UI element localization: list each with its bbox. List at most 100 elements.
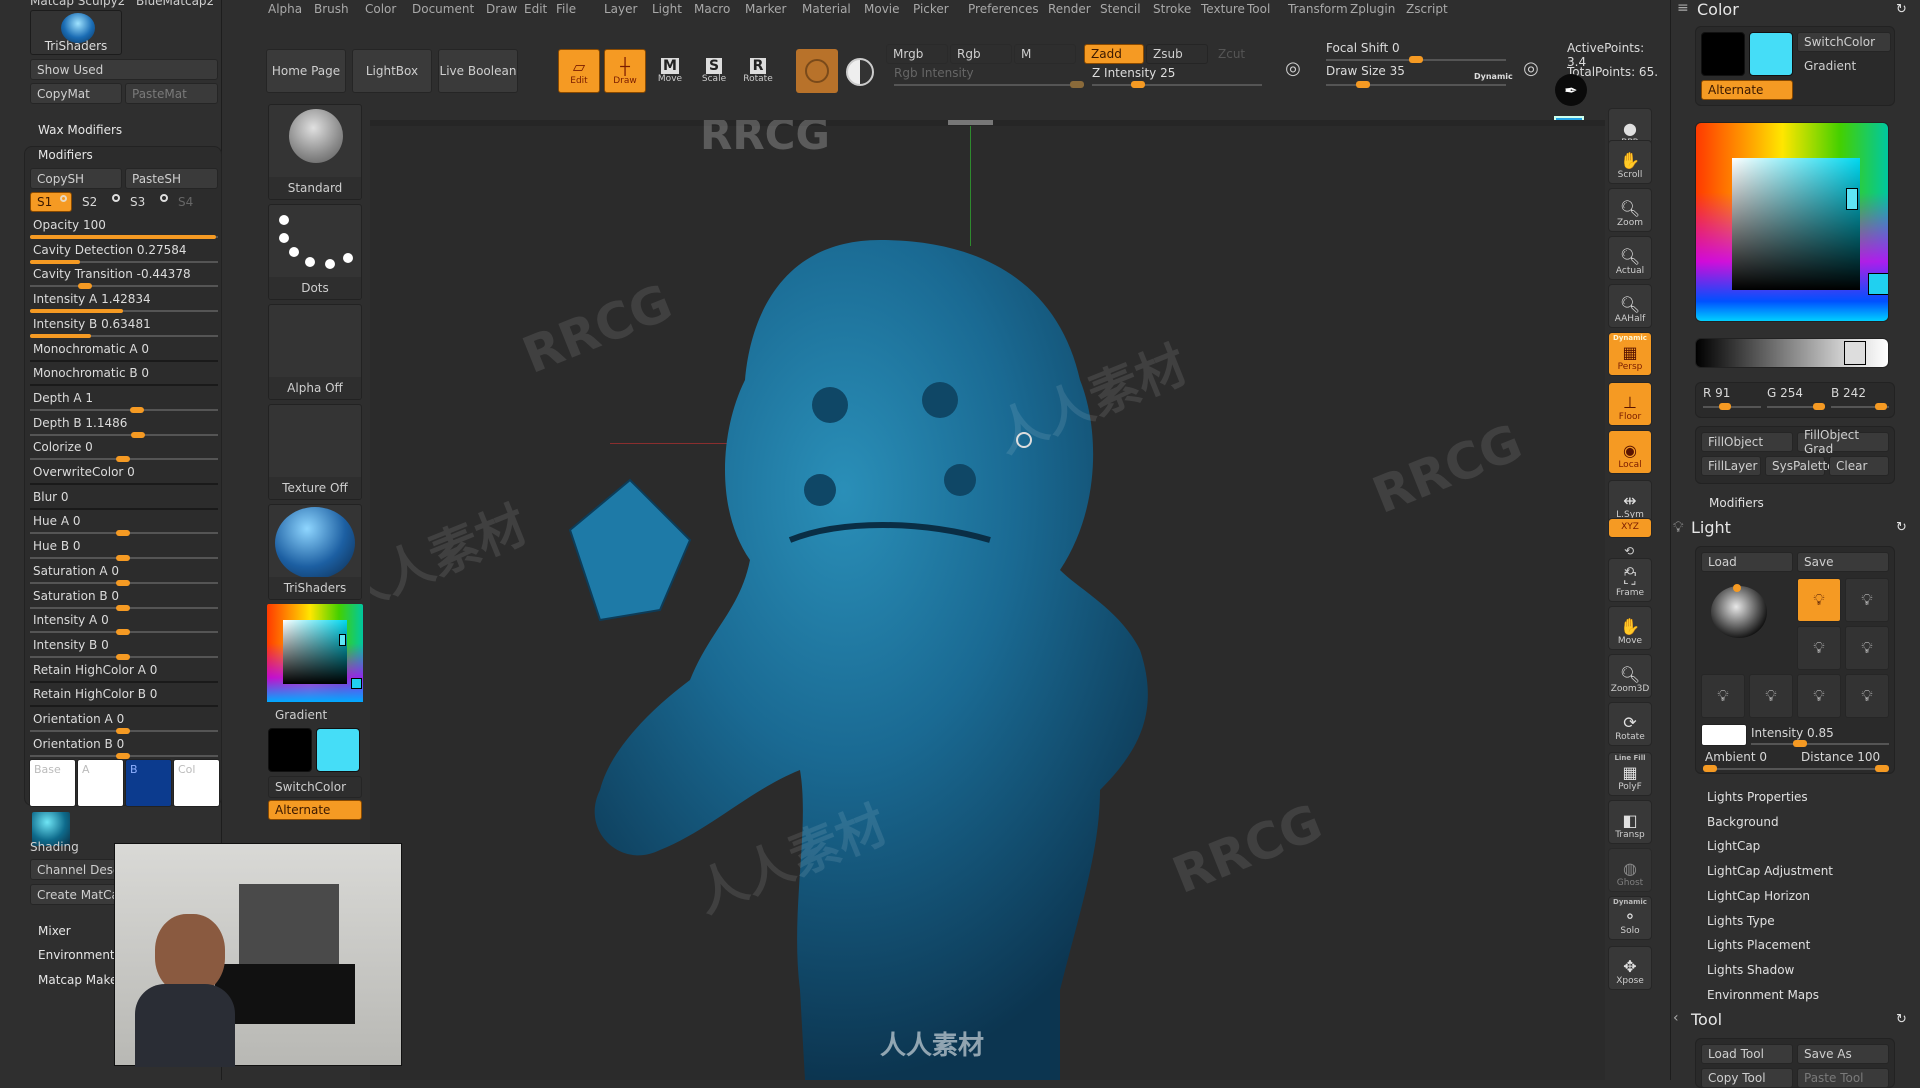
- lazy-mouse-s-icon[interactable]: ◎: [1276, 48, 1310, 88]
- light-subpanel-background[interactable]: Background: [1707, 815, 1779, 829]
- hue-picker-handle[interactable]: [1868, 273, 1888, 295]
- slider-knob[interactable]: [116, 456, 130, 463]
- rgb-button[interactable]: Rgb: [950, 44, 1012, 64]
- modifier-slider[interactable]: Intensity A 0: [28, 611, 218, 636]
- color-saturation-square[interactable]: [1732, 158, 1860, 290]
- light-save-button[interactable]: Save: [1797, 552, 1889, 572]
- rotate-y-icon[interactable]: ⟲: [1624, 544, 1634, 558]
- move-mode-button[interactable]: M Move: [650, 49, 690, 93]
- gradient-button[interactable]: Gradient: [1797, 56, 1891, 76]
- show-used-button[interactable]: Show Used: [30, 59, 218, 80]
- modifier-slider[interactable]: Monochromatic A 0: [28, 340, 218, 364]
- slider-track[interactable]: [30, 359, 218, 362]
- load-tool-button[interactable]: Load Tool: [1701, 1044, 1793, 1064]
- slider-knob[interactable]: [131, 431, 146, 438]
- slider-fill[interactable]: [30, 333, 92, 338]
- slider-knob[interactable]: [129, 406, 144, 413]
- channel-swatch-col[interactable]: Col: [173, 759, 220, 807]
- menu-transform[interactable]: Transform: [1288, 2, 1348, 20]
- home-page-button[interactable]: Home Page: [266, 49, 346, 93]
- r-slider[interactable]: [1703, 403, 1761, 410]
- light-color-swatch[interactable]: [1701, 724, 1747, 746]
- copy-sh-button[interactable]: CopySH: [30, 168, 122, 189]
- light-subpanel-lightcap[interactable]: LightCap: [1707, 839, 1760, 853]
- b-slider[interactable]: [1831, 403, 1889, 410]
- clear-button[interactable]: Clear: [1829, 456, 1889, 476]
- draw-size-slider[interactable]: [1326, 81, 1506, 88]
- menu-document[interactable]: Document: [412, 2, 474, 20]
- modifier-slider[interactable]: Orientation A 0: [28, 710, 218, 734]
- shelf-ghost-button[interactable]: ◍ Ghost: [1608, 848, 1652, 892]
- slider-track[interactable]: [30, 507, 218, 510]
- light-slot-4[interactable]: 💡︎: [1845, 626, 1889, 670]
- slider-track[interactable]: [30, 285, 218, 288]
- tool-palette-title[interactable]: Tool: [1691, 1010, 1722, 1029]
- shelf-persp-button[interactable]: Dynamic ▦ Persp: [1608, 332, 1652, 376]
- texture-thumb[interactable]: Texture Off: [268, 404, 362, 500]
- modifier-slider[interactable]: Colorize 0: [28, 438, 218, 463]
- m-button[interactable]: M: [1014, 44, 1076, 64]
- main-color-swatch[interactable]: [268, 728, 312, 772]
- color-picker[interactable]: [1695, 122, 1889, 322]
- color-modifiers-header[interactable]: Modifiers: [1709, 496, 1764, 510]
- edit-mode-button[interactable]: ▱ Edit: [558, 49, 600, 93]
- slider-track[interactable]: [30, 705, 218, 708]
- shelf-xyz-button[interactable]: XYZ: [1608, 518, 1652, 538]
- modifier-slider[interactable]: Retain HighColor A 0: [28, 661, 218, 685]
- g-slider[interactable]: [1767, 403, 1825, 410]
- switch-color-button[interactable]: SwitchColor: [1797, 32, 1891, 52]
- slider-knob[interactable]: [78, 283, 93, 290]
- dynamic-draw-size-toggle[interactable]: Dynamic: [1474, 72, 1513, 81]
- copy-tool-button[interactable]: Copy Tool: [1701, 1068, 1793, 1088]
- modifier-slider[interactable]: Intensity B 0.63481: [28, 315, 218, 339]
- color-picker[interactable]: [267, 604, 363, 702]
- shelf-polyf-button[interactable]: Line Fill ▦ PolyF: [1608, 752, 1652, 796]
- viewport-scroll-thumb[interactable]: [948, 120, 993, 125]
- menu-picker[interactable]: Picker: [913, 2, 949, 20]
- zcut-button[interactable]: Zcut: [1218, 47, 1245, 61]
- collapse-arrow-icon[interactable]: ‹: [1673, 1010, 1679, 1026]
- modifier-slider[interactable]: Saturation A 0: [28, 562, 218, 586]
- fill-layer-button[interactable]: FillLayer: [1701, 456, 1761, 476]
- modifiers-header[interactable]: Modifiers: [38, 148, 93, 162]
- menu-stroke[interactable]: Stroke: [1153, 2, 1191, 20]
- light-subpanel-lightcap-adjustment[interactable]: LightCap Adjustment: [1707, 864, 1833, 878]
- menu-draw[interactable]: Draw: [486, 2, 517, 20]
- draw-mode-button[interactable]: ┼ Draw: [604, 49, 646, 93]
- fill-object-grad-button[interactable]: FillObject Grad: [1797, 428, 1889, 456]
- mixer-header[interactable]: Mixer: [38, 924, 71, 938]
- menu-preferences[interactable]: Preferences: [968, 2, 1039, 20]
- light-subpanel-lights-type[interactable]: Lights Type: [1707, 914, 1775, 928]
- saturation-picker-handle[interactable]: [1846, 188, 1858, 210]
- pen-nib-icon[interactable]: ✒: [1555, 74, 1587, 106]
- menu-zplugin[interactable]: Zplugin: [1350, 2, 1395, 20]
- slider-knob[interactable]: [116, 555, 130, 562]
- slider-knob[interactable]: [116, 530, 130, 537]
- brush-thumb[interactable]: Standard: [268, 104, 362, 200]
- copy-mat-button[interactable]: CopyMat: [30, 83, 122, 104]
- sculpt-model[interactable]: [540, 230, 1160, 1080]
- light-slot-5[interactable]: 💡︎: [1701, 674, 1745, 718]
- light-palette-title[interactable]: Light: [1691, 518, 1731, 537]
- shelf-floor-button[interactable]: ⊥ Floor: [1608, 382, 1652, 426]
- light-slot-6[interactable]: 💡︎: [1749, 674, 1793, 718]
- environment-header[interactable]: Environment: [38, 948, 115, 962]
- ambient-distance-slider[interactable]: [1703, 765, 1889, 772]
- modifier-slider[interactable]: Cavity Transition -0.44378: [28, 265, 218, 290]
- slider-fill[interactable]: [30, 259, 81, 264]
- light-subpanel-lights-properties[interactable]: Lights Properties: [1707, 790, 1808, 804]
- menu-zscript[interactable]: Zscript: [1406, 2, 1448, 20]
- zadd-button[interactable]: Zadd: [1084, 44, 1144, 64]
- switch-color-button[interactable]: SwitchColor: [268, 776, 362, 798]
- modifier-slider[interactable]: Orientation B 0: [28, 735, 218, 759]
- slider-knob[interactable]: [116, 629, 130, 636]
- tool-reset-icon[interactable]: ↻: [1896, 1012, 1907, 1027]
- light-slot-1[interactable]: 💡︎: [1797, 578, 1841, 622]
- light-position-handle[interactable]: [1733, 584, 1741, 592]
- menu-brush[interactable]: Brush: [314, 2, 349, 20]
- light-slot-2[interactable]: 💡︎: [1845, 578, 1889, 622]
- shelf-transp-button[interactable]: ◧ Transp: [1608, 800, 1652, 844]
- slider-track[interactable]: [30, 680, 218, 683]
- menu-alpha[interactable]: Alpha: [268, 2, 302, 20]
- slider-track[interactable]: [30, 408, 218, 411]
